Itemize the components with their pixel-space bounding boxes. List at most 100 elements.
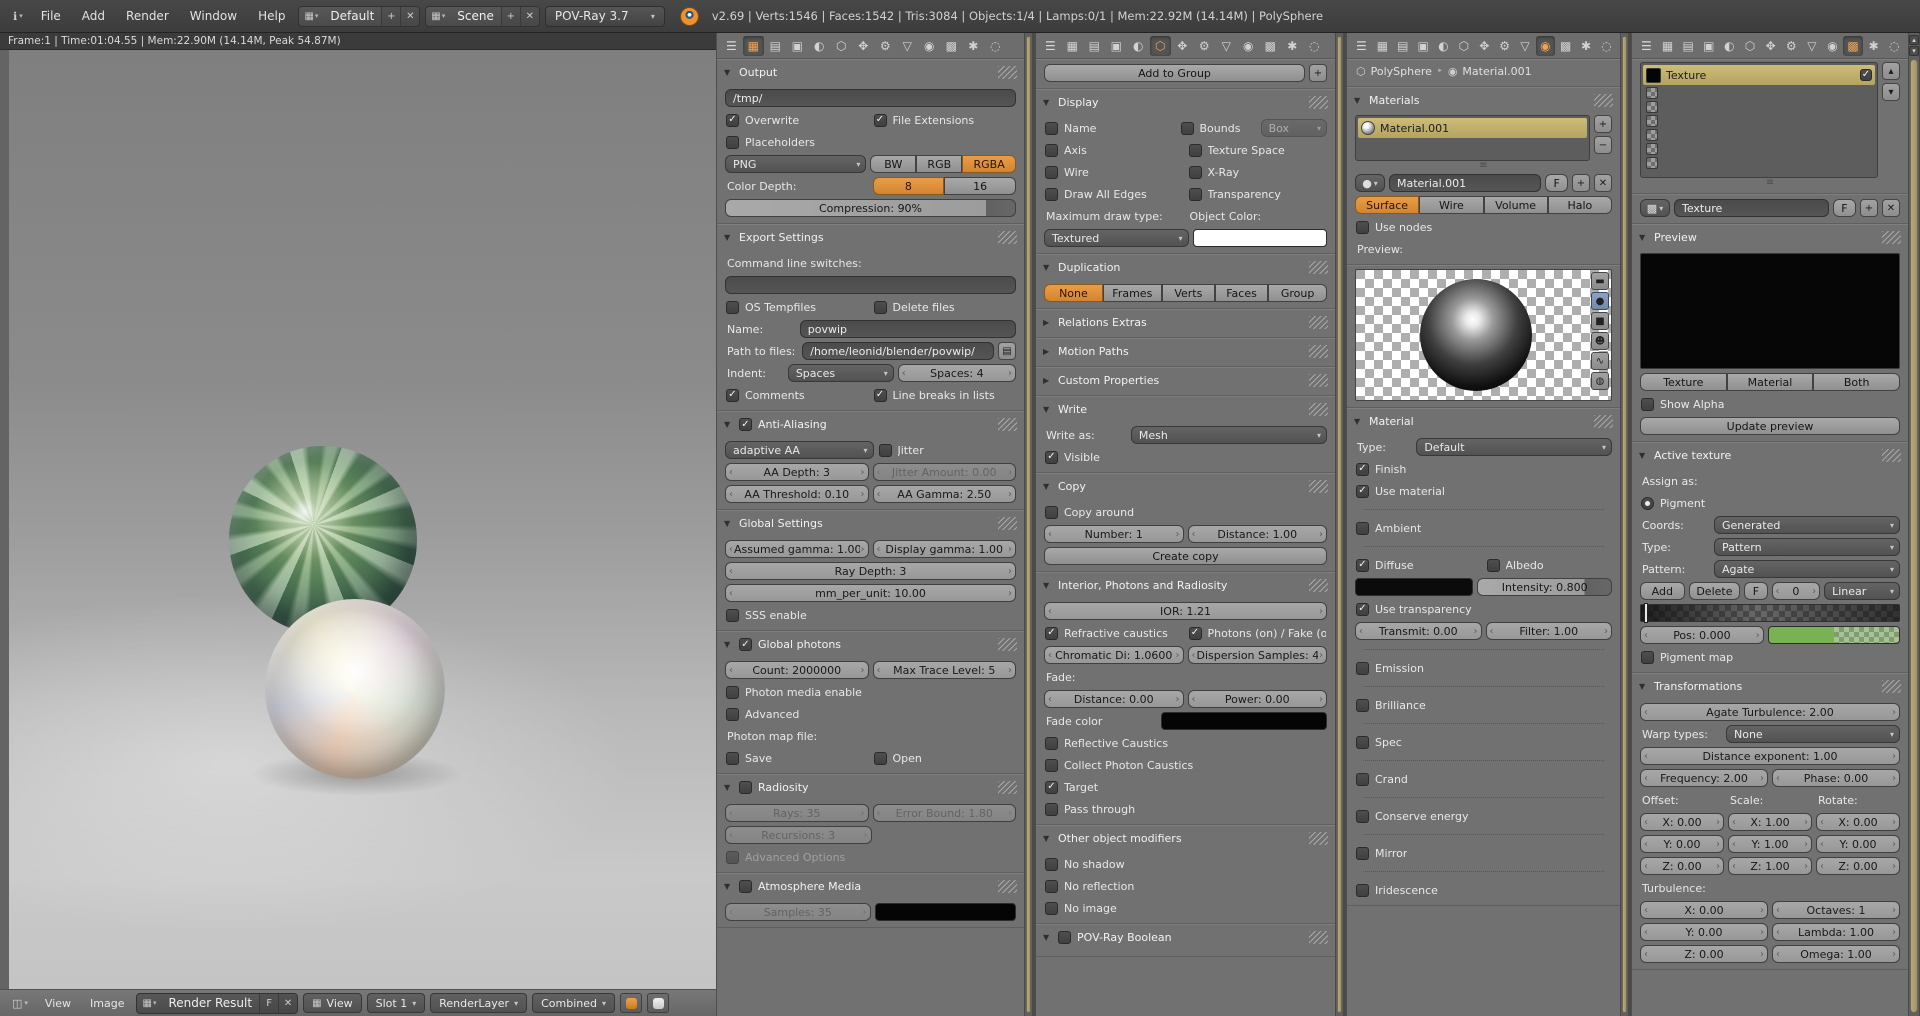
- increment-arrow-icon[interactable]: ›: [1007, 489, 1013, 500]
- x-field[interactable]: ‹X: 0.00›: [1640, 813, 1724, 831]
- increment-arrow-icon[interactable]: ›: [1175, 694, 1181, 705]
- image-name[interactable]: Render Result: [161, 996, 259, 1010]
- use-nodes-checkbox[interactable]: Use nodes: [1355, 218, 1483, 236]
- tab-texture[interactable]: ▩: [941, 36, 962, 56]
- tab-particles[interactable]: ✱: [963, 36, 984, 56]
- preview-type-cube-button[interactable]: ■: [1591, 312, 1609, 330]
- brilliance-checkbox[interactable]: Brilliance: [1355, 696, 1612, 714]
- number-field[interactable]: ‹Number: 1›: [1044, 525, 1184, 543]
- panel-drag-grip[interactable]: [1309, 403, 1328, 416]
- tab-particles[interactable]: ✱: [1576, 36, 1595, 56]
- preview-type-monkey-button[interactable]: ☻: [1591, 332, 1609, 350]
- tab-texture[interactable]: ▩: [1843, 36, 1863, 56]
- empty-texture-slot[interactable]: [1643, 128, 1875, 141]
- distance-field[interactable]: ‹Distance: 1.00›: [1188, 525, 1328, 543]
- panel-drag-grip[interactable]: [1882, 449, 1901, 462]
- wire-tab[interactable]: Wire: [1419, 196, 1483, 214]
- texture-tab[interactable]: Texture: [1640, 373, 1727, 391]
- increment-arrow-icon[interactable]: ›: [1759, 773, 1765, 784]
- show-alpha-checkbox[interactable]: Show Alpha: [1640, 395, 1769, 413]
- panel-header[interactable]: ▼Radiosity: [717, 775, 1024, 800]
- axis-checkbox[interactable]: Axis: [1044, 141, 1184, 159]
- image-fake-user-button[interactable]: F: [259, 994, 278, 1013]
- agate-dropdown[interactable]: Agate▾: [1714, 560, 1900, 578]
- view-menu[interactable]: View: [38, 997, 78, 1010]
- increment-arrow-icon[interactable]: ›: [1891, 817, 1897, 828]
- pos-field[interactable]: ‹Pos: 0.000›: [1640, 626, 1764, 644]
- panel-header[interactable]: ▼Active texture: [1632, 443, 1908, 468]
- tab-render-layers[interactable]: ▤: [765, 36, 786, 56]
- increment-arrow-icon[interactable]: ›: [1007, 368, 1013, 379]
- list-resize-grip[interactable]: ≡: [1640, 178, 1900, 187]
- tab-texture[interactable]: ▩: [1260, 36, 1281, 56]
- menu-add[interactable]: Add: [74, 9, 113, 23]
- properties-editor-type-icon[interactable]: ☰: [1040, 39, 1061, 53]
- chromatic-di-field[interactable]: ‹Chromatic Di: 1.0600›: [1044, 646, 1184, 664]
- scroll-up-icon[interactable]: ▴: [1909, 35, 1919, 45]
- tab-world[interactable]: ◐: [1720, 36, 1740, 56]
- volume-tab[interactable]: Volume: [1484, 196, 1548, 214]
- open-checkbox[interactable]: Open: [873, 749, 1017, 767]
- albedo-checkbox[interactable]: Albedo: [1486, 556, 1613, 574]
- panel-drag-grip[interactable]: [1309, 96, 1328, 109]
- z-field[interactable]: ‹Z: 0.00›: [1640, 857, 1724, 875]
- delete-button[interactable]: Delete: [1689, 582, 1741, 600]
- add-to-group-button[interactable]: Add to Group: [1044, 64, 1305, 82]
- default-dropdown[interactable]: Default▾: [1416, 438, 1612, 456]
- adaptive-aa-dropdown[interactable]: adaptive AA▾: [725, 441, 874, 459]
- panel-header[interactable]: ▼Export Settings: [717, 225, 1024, 250]
- agate-turbulence-field[interactable]: ‹Agate Turbulence: 2.00›: [1640, 703, 1900, 721]
- panel-header[interactable]: ▼✓Anti-Aliasing: [717, 412, 1024, 437]
- overwrite-checkbox[interactable]: ✓Overwrite: [725, 111, 869, 129]
- properties-editor-type-icon[interactable]: ☰: [721, 39, 742, 53]
- tab-object[interactable]: ⬡: [1454, 36, 1473, 56]
- tab-physics[interactable]: ◌: [985, 36, 1006, 56]
- colorband-color-swatch[interactable]: [1768, 626, 1900, 644]
- y-field[interactable]: ‹Y: 0.00›: [1816, 835, 1900, 853]
- global-photons-enable-checkbox[interactable]: ✓: [739, 638, 752, 651]
- texture-space-checkbox[interactable]: Texture Space: [1188, 141, 1328, 159]
- linear-dropdown[interactable]: Linear▾: [1824, 582, 1900, 600]
- close-layout-button[interactable]: ✕: [400, 7, 419, 26]
- material-tab[interactable]: Material: [1727, 373, 1814, 391]
- panel-header[interactable]: ▼Interior, Photons and Radiosity: [1036, 573, 1335, 598]
- collect-photon-caustics-checkbox[interactable]: Collect Photon Caustics: [1044, 756, 1327, 774]
- expanded-arrow-icon[interactable]: ▼: [1043, 581, 1052, 590]
- increment-arrow-icon[interactable]: ›: [1891, 861, 1897, 872]
- increment-arrow-icon[interactable]: ›: [1803, 839, 1809, 850]
- increment-arrow-icon[interactable]: ›: [1007, 544, 1013, 555]
- y-field[interactable]: ‹Y: 1.00›: [1728, 835, 1812, 853]
- tab-render[interactable]: ▦: [743, 36, 764, 56]
- pass-through-checkbox[interactable]: Pass through: [1044, 800, 1327, 818]
- browse-texture-dropdown[interactable]: ▩▾: [1640, 199, 1670, 217]
- aa-depth-field[interactable]: ‹AA Depth: 3›: [725, 463, 869, 481]
- increment-arrow-icon[interactable]: ›: [1755, 630, 1761, 641]
- panel-drag-grip[interactable]: [998, 66, 1017, 79]
- slot-list-box[interactable]: Material.001: [1355, 115, 1590, 161]
- tab-material[interactable]: ◉: [1238, 36, 1259, 56]
- increment-arrow-icon[interactable]: ›: [1891, 839, 1897, 850]
- surface-tab[interactable]: Surface: [1355, 196, 1419, 214]
- colorband-ramp[interactable]: [1640, 604, 1900, 622]
- distance-exponent-field[interactable]: ‹Distance exponent: 1.00›: [1640, 747, 1900, 765]
- panel-header[interactable]: ▼✓Global photons: [717, 632, 1024, 657]
- advanced-options-checkbox[interactable]: Advanced Options: [725, 848, 1016, 866]
- pigment-map-checkbox[interactable]: Pigment map: [1640, 648, 1769, 666]
- browse-material-dropdown[interactable]: ●▾: [1355, 174, 1385, 192]
- name-checkbox[interactable]: Name: [1044, 119, 1176, 137]
- tab-material[interactable]: ◉: [919, 36, 940, 56]
- tab-modifiers[interactable]: ⚙: [1495, 36, 1514, 56]
- breadcrumb-object[interactable]: PolySphere: [1371, 65, 1432, 78]
- panel-drag-grip[interactable]: [1309, 579, 1328, 592]
- tab-material[interactable]: ◉: [1536, 36, 1555, 56]
- textured-dropdown[interactable]: Textured▾: [1044, 229, 1189, 247]
- target-checkbox[interactable]: ✓Target: [1044, 778, 1327, 796]
- render-engine-dropdown[interactable]: POV-Ray 3.7 ▾: [545, 6, 665, 27]
- tab-texture[interactable]: ▩: [1556, 36, 1575, 56]
- panel-header[interactable]: ▼Global Settings: [717, 511, 1024, 536]
- increment-arrow-icon[interactable]: ›: [1007, 665, 1013, 676]
- browse-scenes-icon[interactable]: ▦▾: [426, 7, 450, 26]
- increment-arrow-icon[interactable]: ›: [1803, 861, 1809, 872]
- panel-header[interactable]: ▼Transformations: [1632, 674, 1908, 699]
- scrollbar-thumb[interactable]: [1026, 36, 1031, 1013]
